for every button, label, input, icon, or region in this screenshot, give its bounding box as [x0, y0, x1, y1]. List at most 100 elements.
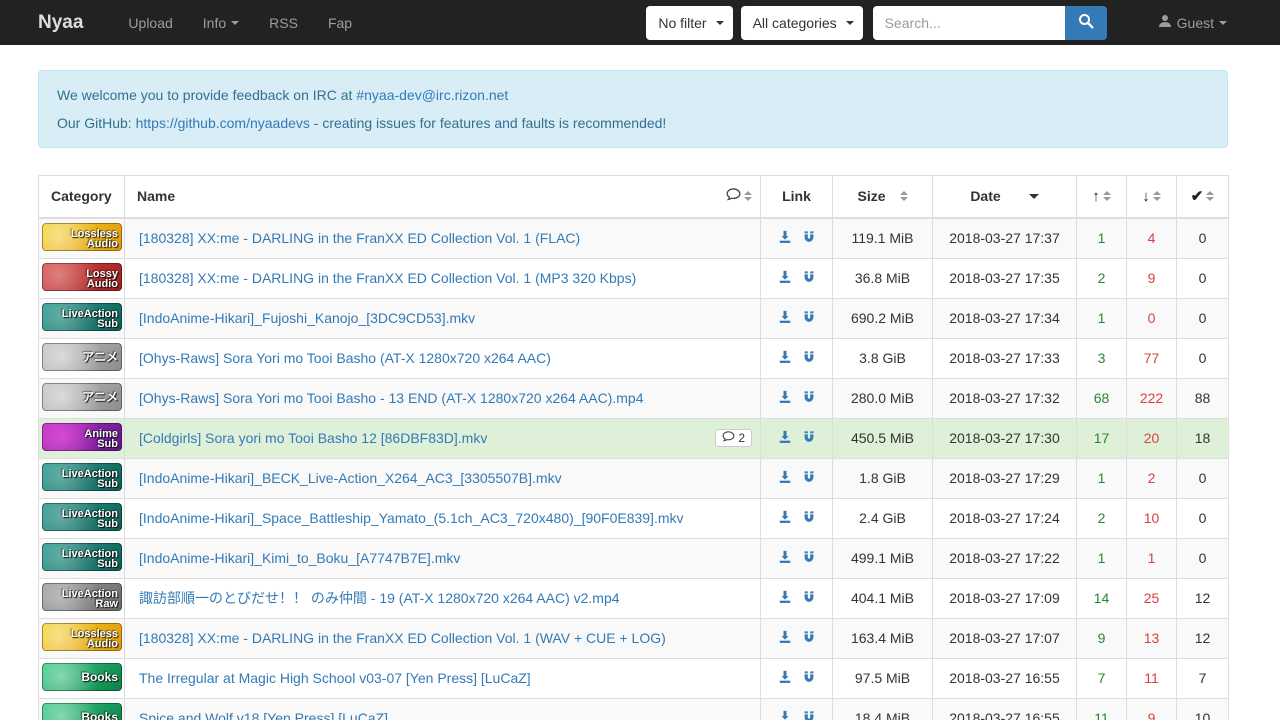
size-cell: 119.1 MiB: [833, 218, 933, 259]
size-cell: 2.4 GiB: [833, 498, 933, 538]
leechers-cell: 20: [1127, 418, 1177, 458]
download-icon[interactable]: [778, 630, 792, 644]
category-icon[interactable]: AnimeSub: [42, 423, 122, 451]
magnet-icon[interactable]: [802, 430, 816, 444]
download-icon[interactable]: [778, 510, 792, 524]
category-select[interactable]: All categories: [741, 6, 863, 40]
magnet-icon[interactable]: [802, 230, 816, 244]
date-cell: 2018-03-27 17:09: [933, 578, 1077, 618]
magnet-icon[interactable]: [802, 710, 816, 720]
sort-icon: [1206, 191, 1214, 201]
completed-cell: 88: [1177, 378, 1229, 418]
download-icon[interactable]: [778, 230, 792, 244]
download-icon[interactable]: [778, 350, 792, 364]
download-icon[interactable]: [778, 470, 792, 484]
name-cell: [IndoAnime-Hikari]_BECK_Live-Action_X264…: [125, 458, 761, 498]
category-icon[interactable]: LiveActionSub: [42, 463, 122, 491]
category-icon[interactable]: LiveActionSub: [42, 503, 122, 531]
torrent-name-link[interactable]: [IndoAnime-Hikari]_Space_Battleship_Yama…: [139, 510, 752, 526]
sort-icon: [1103, 191, 1111, 201]
torrent-name-link[interactable]: [IndoAnime-Hikari]_Kimi_to_Boku_[A7747B7…: [139, 550, 752, 566]
torrent-name-link[interactable]: Spice and Wolf v18 [Yen Press] [LuCaZ]: [139, 710, 752, 720]
download-icon[interactable]: [778, 590, 792, 604]
download-icon[interactable]: [778, 430, 792, 444]
filter-select[interactable]: No filter: [646, 6, 732, 40]
torrent-name-link[interactable]: [Coldgirls] Sora yori mo Tooi Basho 12 […: [139, 430, 709, 446]
github-link[interactable]: https://github.com/nyaadevs: [136, 115, 310, 131]
magnet-icon[interactable]: [802, 390, 816, 404]
torrent-name-link[interactable]: [180328] XX:me - DARLING in the FranXX E…: [139, 230, 752, 246]
torrent-name-link[interactable]: The Irregular at Magic High School v03-0…: [139, 670, 752, 686]
magnet-icon[interactable]: [802, 270, 816, 284]
name-cell: Spice and Wolf v18 [Yen Press] [LuCaZ]: [125, 698, 761, 720]
category-icon[interactable]: LiveActionRaw: [42, 583, 122, 611]
search-input[interactable]: [873, 6, 1065, 40]
download-icon[interactable]: [778, 390, 792, 404]
seeders-cell: 68: [1077, 378, 1127, 418]
category-icon[interactable]: アニメ: [42, 383, 122, 411]
download-icon[interactable]: [778, 710, 792, 720]
magnet-icon[interactable]: [802, 470, 816, 484]
magnet-icon[interactable]: [802, 590, 816, 604]
header-size[interactable]: Size: [833, 176, 933, 218]
magnet-icon[interactable]: [802, 550, 816, 564]
comments-badge[interactable]: 2: [715, 429, 752, 447]
size-cell: 280.0 MiB: [833, 378, 933, 418]
torrent-name-link[interactable]: [IndoAnime-Hikari]_BECK_Live-Action_X264…: [139, 470, 752, 486]
torrent-name-link[interactable]: [180328] XX:me - DARLING in the FranXX E…: [139, 630, 752, 646]
leechers-cell: 9: [1127, 698, 1177, 720]
seeders-cell: 1: [1077, 458, 1127, 498]
alert-line-github: Our GitHub: https://github.com/nyaadevs …: [57, 114, 1209, 132]
magnet-icon[interactable]: [802, 510, 816, 524]
category-icon[interactable]: Books: [42, 703, 122, 720]
table-row: LiveActionSub [IndoAnime-Hikari]_Fujoshi…: [39, 298, 1229, 338]
category-icon[interactable]: LosslessAudio: [42, 223, 122, 251]
leechers-cell: 11: [1127, 658, 1177, 698]
magnet-icon[interactable]: [802, 310, 816, 324]
category-icon[interactable]: アニメ: [42, 343, 122, 371]
search-button[interactable]: [1065, 6, 1107, 40]
category-icon[interactable]: LiveActionSub: [42, 543, 122, 571]
date-cell: 2018-03-27 17:30: [933, 418, 1077, 458]
torrent-name-link[interactable]: [Ohys-Raws] Sora Yori mo Tooi Basho (AT-…: [139, 350, 752, 366]
torrent-name-link[interactable]: 諏訪部順一のとびだせ！！ のみ仲間 - 19 (AT-X 1280x720 x2…: [139, 588, 752, 608]
category-cell: アニメ: [39, 378, 125, 418]
category-icon[interactable]: LiveActionSub: [42, 303, 122, 331]
torrent-name-link[interactable]: [IndoAnime-Hikari]_Fujoshi_Kanojo_[3DC9C…: [139, 310, 752, 326]
brand-link[interactable]: Nyaa: [38, 12, 83, 34]
download-icon[interactable]: [778, 550, 792, 564]
header-completed[interactable]: ✔: [1177, 176, 1229, 218]
link-cell: [761, 258, 833, 298]
header-leechers[interactable]: ↓: [1127, 176, 1177, 218]
category-icon[interactable]: Books: [42, 663, 122, 691]
category-icon[interactable]: LossyAudio: [42, 263, 122, 291]
name-cell: [180328] XX:me - DARLING in the FranXX E…: [125, 258, 761, 298]
download-icon[interactable]: [778, 310, 792, 324]
header-name[interactable]: Name: [125, 176, 761, 218]
download-icon[interactable]: [778, 670, 792, 684]
category-icon[interactable]: LosslessAudio: [42, 623, 122, 651]
magnet-icon[interactable]: [802, 350, 816, 364]
nav-item-fap[interactable]: Fap: [313, 0, 367, 45]
name-cell: [180328] XX:me - DARLING in the FranXX E…: [125, 218, 761, 259]
size-cell: 36.8 MiB: [833, 258, 933, 298]
category-cell: LosslessAudio: [39, 218, 125, 259]
irc-link[interactable]: #nyaa-dev@irc.rizon.net: [356, 87, 508, 103]
magnet-icon[interactable]: [802, 630, 816, 644]
nav-item-info[interactable]: Info: [188, 0, 254, 45]
link-cell: [761, 338, 833, 378]
nav-item-rss[interactable]: RSS: [254, 0, 313, 45]
nav-item-upload[interactable]: Upload: [113, 0, 187, 45]
torrent-name-link[interactable]: [180328] XX:me - DARLING in the FranXX E…: [139, 270, 752, 286]
navbar-right: No filter All categories Guest: [646, 0, 1242, 45]
torrent-name-link[interactable]: [Ohys-Raws] Sora Yori mo Tooi Basho - 13…: [139, 390, 752, 406]
header-seeders[interactable]: ↑: [1077, 176, 1127, 218]
chevron-down-icon: [231, 21, 239, 25]
header-date[interactable]: Date: [933, 176, 1077, 218]
user-menu[interactable]: Guest: [1143, 0, 1242, 45]
main-container: We welcome you to provide feedback on IR…: [38, 70, 1228, 720]
header-category[interactable]: Category: [39, 176, 125, 218]
link-cell: [761, 458, 833, 498]
magnet-icon[interactable]: [802, 670, 816, 684]
download-icon[interactable]: [778, 270, 792, 284]
